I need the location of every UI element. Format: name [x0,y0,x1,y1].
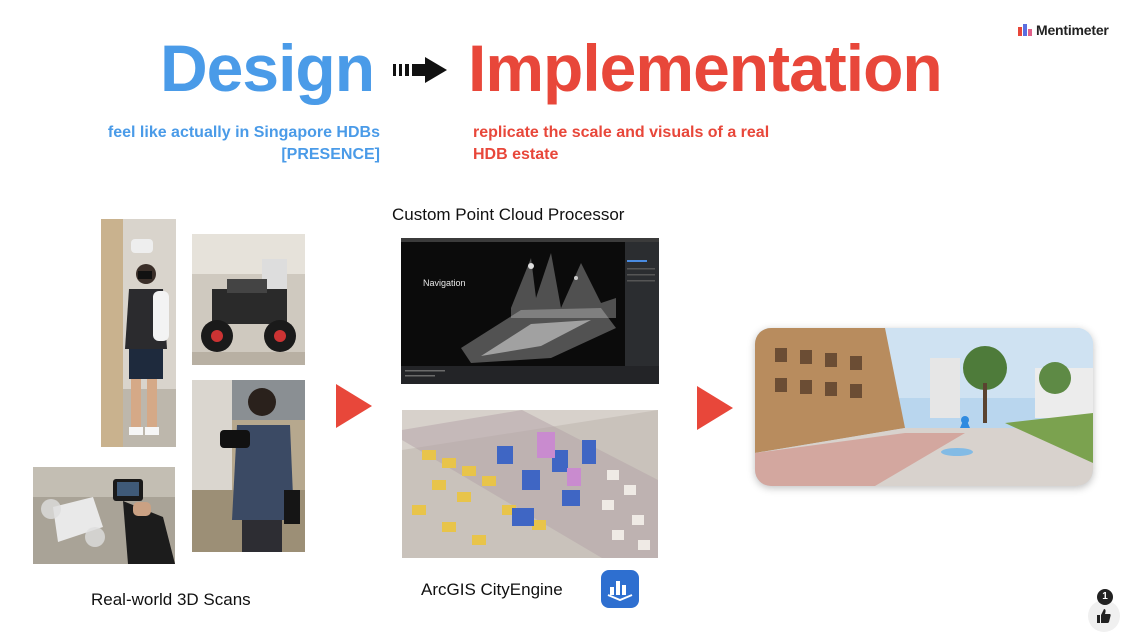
mentimeter-brand: Mentimeter [1018,22,1109,38]
scan-photo-drone [33,467,175,564]
like-count-badge: 1 [1097,589,1113,605]
flow-arrow-icon [697,386,733,430]
impl-subtitle-line1: replicate the scale and visuals of a rea… [473,124,770,141]
title-design: Design [160,31,375,105]
design-subtitle: feel like actually in Singapore HDBs [PR… [40,122,380,166]
impl-subtitle-line2: HDB estate [473,146,559,163]
mentimeter-logo-icon [1018,24,1032,36]
caption-scans: Real-world 3D Scans [91,590,251,609]
cityengine-render [402,410,658,558]
point-cloud-overlay-label: Navigation [423,278,466,288]
scan-photo-backpack-scanner [101,219,176,447]
arcgis-cityengine-logo-icon [601,570,639,608]
thumbs-up-icon [1097,609,1111,623]
scan-photo-robot-rover [192,234,305,365]
scan-photo-handheld-scanner [192,380,305,552]
vr-hdb-scene [755,328,1093,486]
brand-name: Mentimeter [1036,22,1109,38]
title-implementation: Implementation [468,31,943,105]
caption-cityengine: ArcGIS CityEngine [421,580,563,599]
caption-point-cloud: Custom Point Cloud Processor [392,205,625,224]
point-cloud-window: Navigation [401,238,659,384]
flow-arrow-icon [336,384,372,428]
design-subtitle-line1: feel like actually in Singapore HDBs [107,124,380,141]
design-subtitle-line2: [PRESENCE] [281,146,380,163]
implementation-subtitle: replicate the scale and visuals of a rea… [473,122,833,166]
dashed-arrow-right-icon [393,57,447,83]
